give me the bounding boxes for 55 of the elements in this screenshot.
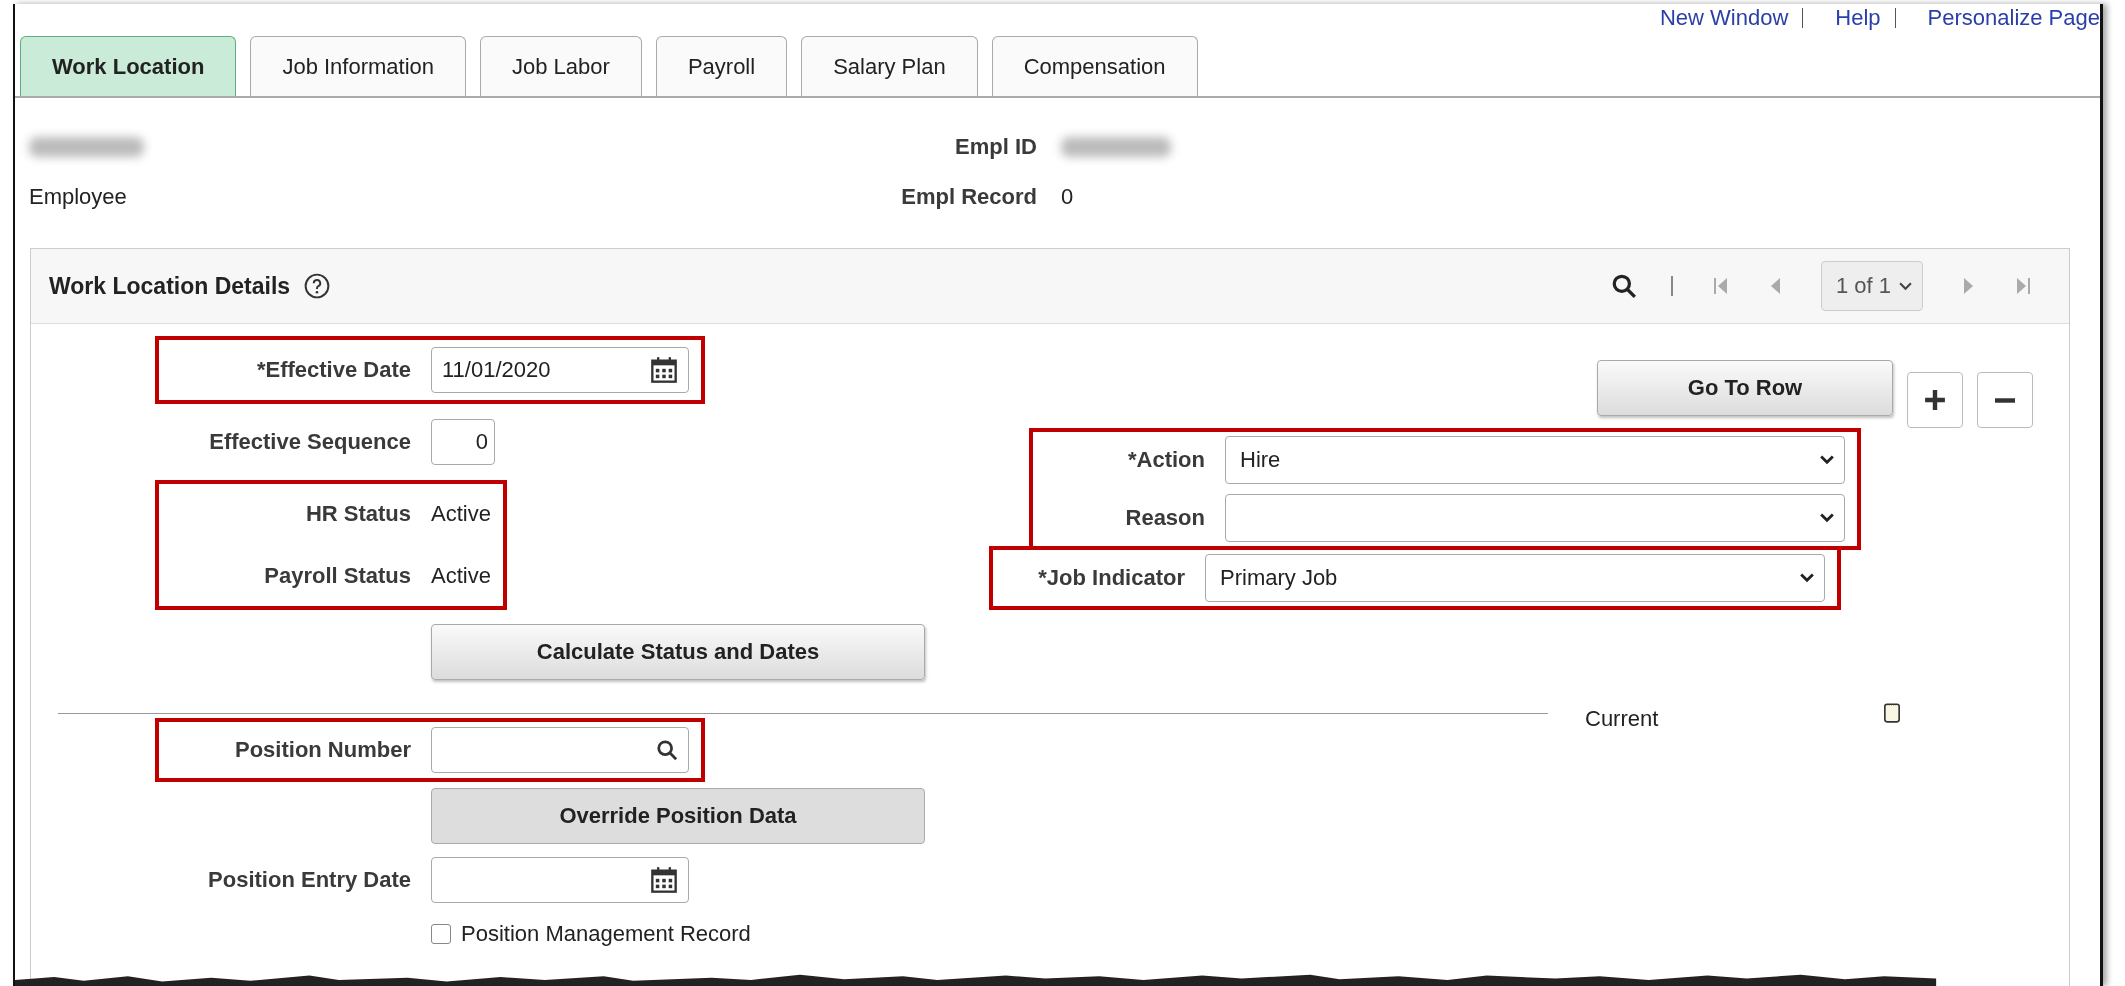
calendar-icon[interactable] bbox=[650, 356, 678, 384]
calendar-icon[interactable] bbox=[650, 866, 678, 894]
link-separator bbox=[1894, 8, 1896, 28]
checkbox[interactable] bbox=[431, 924, 451, 944]
field-label: Effective Sequence bbox=[209, 429, 411, 455]
employee-role: Employee bbox=[29, 184, 128, 210]
header-link[interactable]: Help bbox=[1835, 5, 1881, 31]
field-label: Payroll Status bbox=[264, 563, 411, 589]
tab[interactable]: Job Information bbox=[250, 36, 467, 96]
tab[interactable]: Payroll bbox=[655, 36, 788, 96]
row-select[interactable]: 1 of 1 bbox=[1820, 261, 1923, 311]
delete-row-button[interactable] bbox=[1977, 372, 2033, 428]
minus-icon bbox=[1995, 397, 2015, 403]
field-label: *Effective Date bbox=[256, 357, 411, 383]
chevron-icon bbox=[1800, 573, 1814, 583]
field-value: Active bbox=[431, 563, 491, 589]
chevron-icon bbox=[1820, 513, 1834, 523]
action-button[interactable]: Override Position Data bbox=[431, 788, 925, 844]
go-to-row-button[interactable]: Go To Row bbox=[1597, 360, 1893, 416]
field-label: Empl ID bbox=[954, 134, 1037, 160]
chevron-icon bbox=[1820, 455, 1834, 465]
field-label: Position Number bbox=[235, 737, 411, 763]
search-icon[interactable] bbox=[1610, 273, 1637, 299]
tab[interactable]: Salary Plan bbox=[801, 36, 978, 96]
tab[interactable]: Work Location bbox=[20, 36, 237, 96]
current-label: Current bbox=[1585, 706, 1659, 732]
field-label: Position Entry Date bbox=[208, 867, 411, 893]
field-label: *Job Indicator bbox=[1038, 565, 1185, 591]
header-link[interactable]: New Window bbox=[1659, 5, 1789, 31]
tab[interactable]: Compensation bbox=[991, 36, 1198, 96]
chevron-icon bbox=[1899, 281, 1912, 291]
field-value: 0 bbox=[1061, 184, 1075, 210]
field-label: Empl Record bbox=[900, 184, 1037, 210]
field-label: HR Status bbox=[305, 501, 411, 527]
checkbox-label: Position Management Record bbox=[461, 921, 751, 947]
field-label: Reason bbox=[1125, 505, 1205, 531]
help-icon[interactable] bbox=[304, 273, 331, 299]
number-field[interactable]: 0 bbox=[431, 419, 495, 465]
dropdown[interactable]: Hire bbox=[1225, 436, 1845, 484]
date-field[interactable] bbox=[431, 857, 689, 903]
add-row-button[interactable] bbox=[1907, 372, 1963, 428]
header-link[interactable]: Personalize Page bbox=[1927, 5, 2100, 31]
dropdown[interactable]: Primary Job bbox=[1205, 554, 1825, 602]
field-label: *Action bbox=[1128, 447, 1205, 473]
search-icon[interactable] bbox=[656, 739, 678, 761]
note-icon bbox=[1883, 702, 1902, 724]
panel-title: Work Location Details bbox=[49, 272, 291, 300]
action-button[interactable]: Calculate Status and Dates bbox=[431, 624, 925, 680]
tab[interactable]: Job Labor bbox=[480, 36, 642, 96]
plus-icon bbox=[1924, 389, 1946, 411]
separator bbox=[1670, 276, 1673, 296]
date-field[interactable]: 11/01/2020 bbox=[431, 347, 689, 393]
lookup-field[interactable] bbox=[431, 727, 689, 773]
link-separator bbox=[1802, 8, 1804, 28]
field-value: Active bbox=[431, 501, 491, 527]
